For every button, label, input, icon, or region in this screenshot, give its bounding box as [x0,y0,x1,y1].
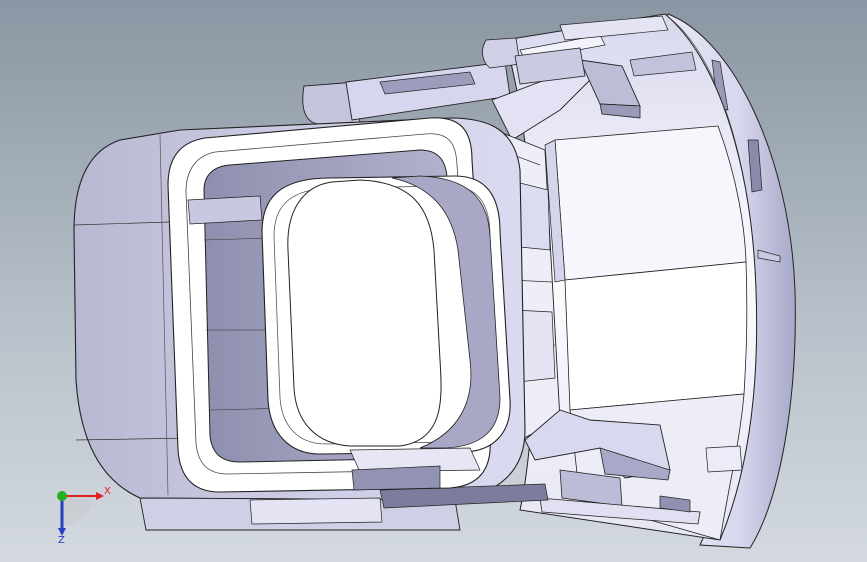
connector-3d-model[interactable] [0,0,867,562]
cad-viewport[interactable]: X Z [0,0,867,562]
y-axis-dot [57,491,67,501]
x-axis-label: X [104,486,111,497]
center-seal [261,175,511,473]
triad-plane-fill [62,496,92,526]
orientation-triad[interactable]: X Z [44,478,116,548]
z-axis-label: Z [58,535,65,546]
x-axis-arrow [96,492,104,500]
